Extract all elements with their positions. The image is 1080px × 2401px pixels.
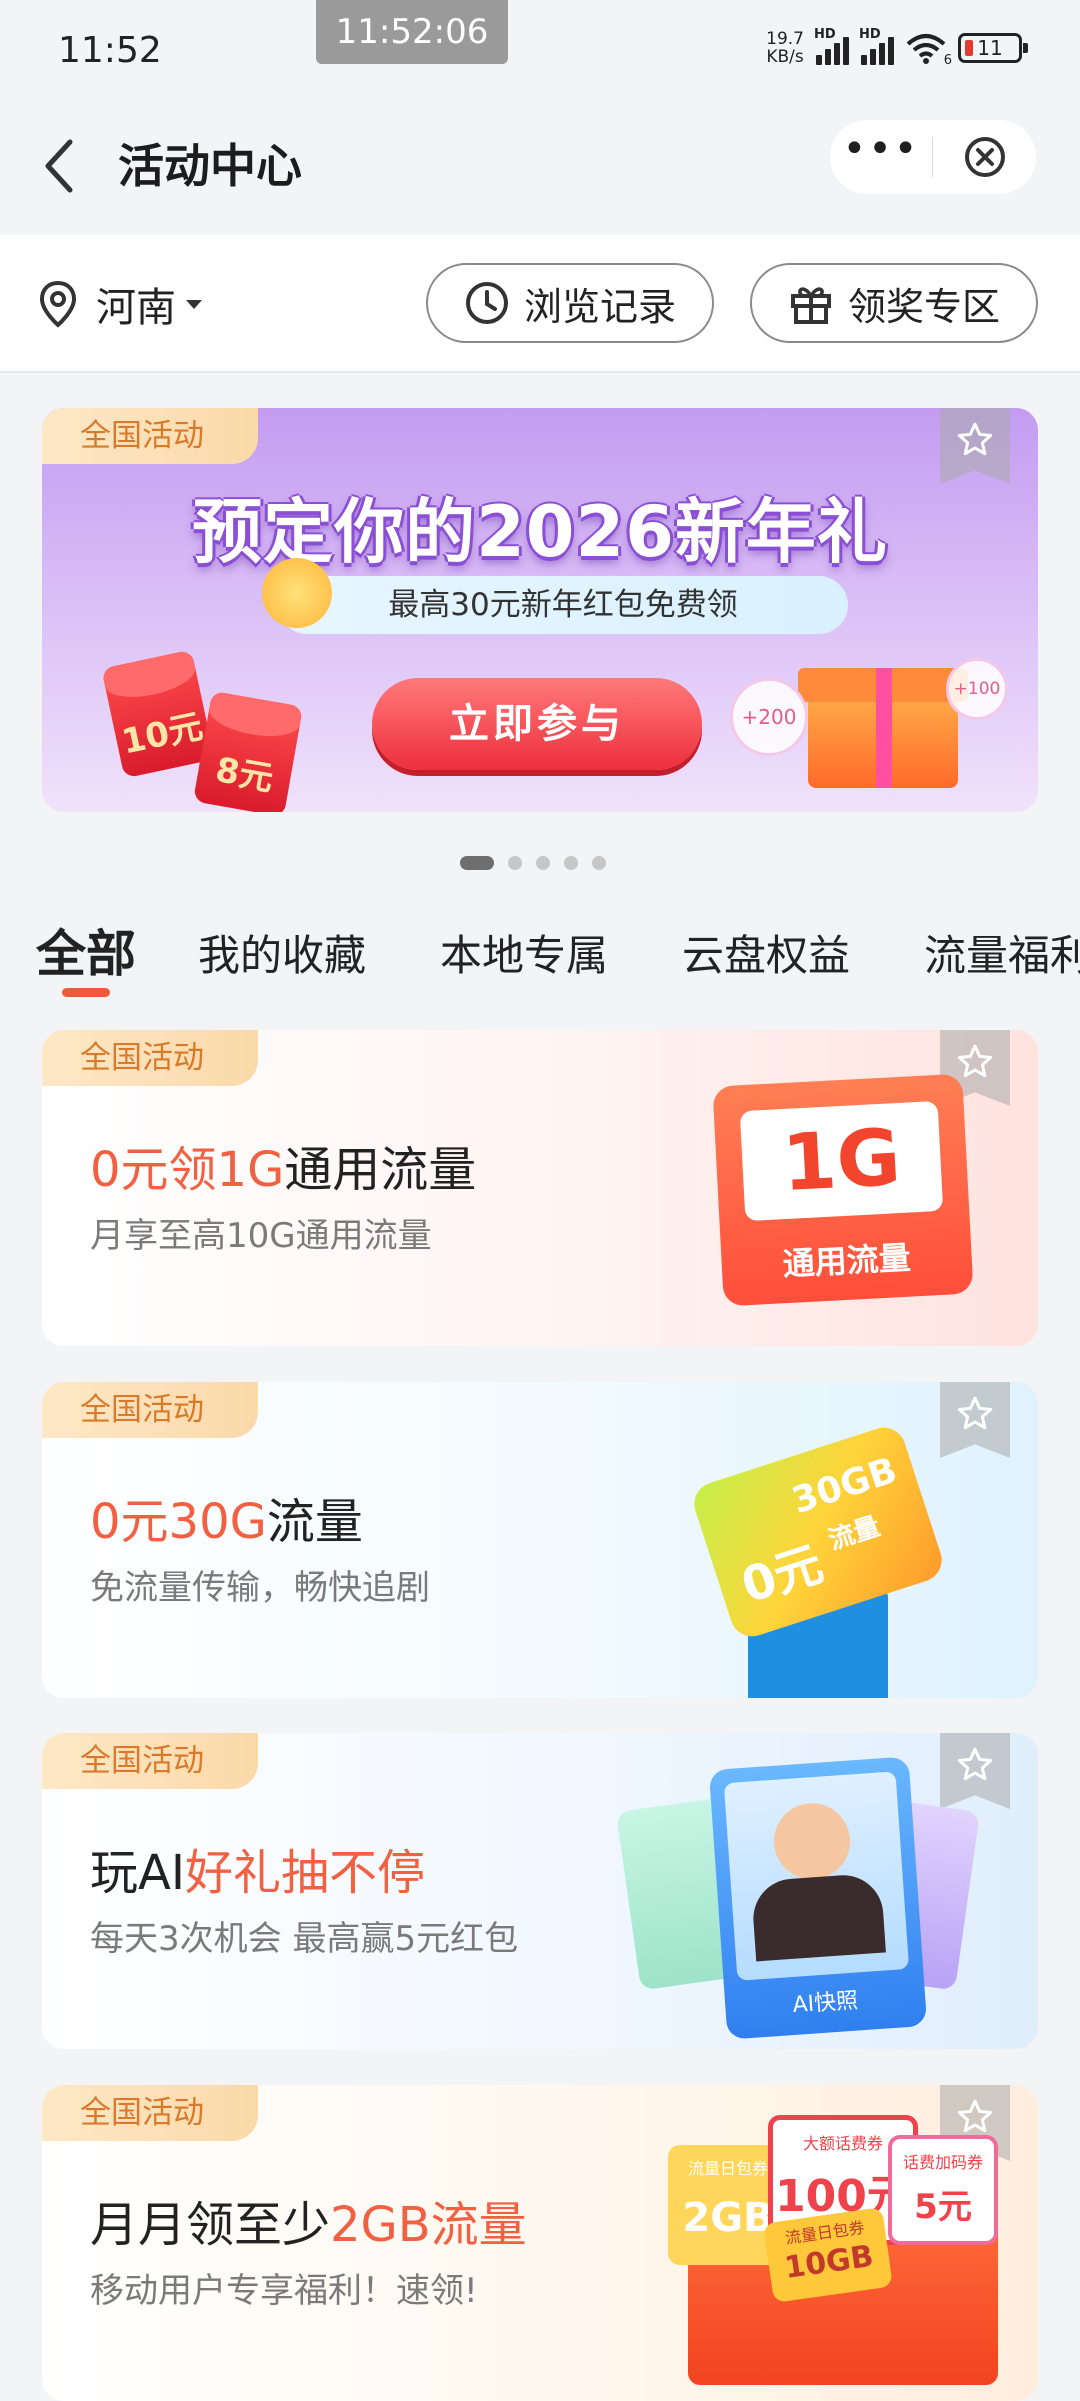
battery-level: 11 bbox=[977, 36, 1003, 60]
category-tabs: 全部 我的收藏 本地专属 云盘权益 流量福利 bbox=[0, 912, 1080, 1002]
hd-label-2: HD bbox=[859, 27, 881, 42]
bubble-200: +200 bbox=[730, 678, 808, 756]
gift-icon bbox=[790, 287, 831, 324]
carousel-dot[interactable] bbox=[508, 856, 522, 870]
card-title-highlight: 0元领1G bbox=[90, 1142, 285, 1198]
title-bar: 活动中心 ••• bbox=[0, 100, 1080, 235]
activity-card[interactable]: 全国活动 0元30G流量 免流量传输，畅快追剧 0元 30GB 流量 bbox=[42, 1382, 1038, 1698]
tab-local[interactable]: 本地专属 bbox=[440, 922, 608, 983]
wifi-sub: 6 bbox=[943, 53, 952, 68]
bubble-100: +100 bbox=[946, 658, 1008, 720]
card-title: 0元30G流量 bbox=[90, 1482, 363, 1552]
card-desc: 月享至高10G通用流量 bbox=[90, 1216, 432, 1256]
gift-box-icon bbox=[798, 638, 968, 788]
hd-label: HD bbox=[814, 27, 836, 42]
mini-program-capsule: ••• bbox=[830, 120, 1036, 194]
status-icons: 19.7 KB/s HD HD 6 11 bbox=[766, 27, 1028, 68]
red-packet-10: 10元 bbox=[101, 649, 215, 779]
more-horizontal-icon[interactable]: ••• bbox=[830, 129, 932, 185]
card-title-rest: 流量 bbox=[266, 1494, 363, 1550]
data-1g-illustration: 1G 通用流量 bbox=[712, 1073, 974, 1307]
prize-label: 领奖专区 bbox=[847, 284, 1000, 329]
clock-pill: 11:52:06 bbox=[316, 0, 508, 64]
favorite-star-icon[interactable] bbox=[940, 1382, 1010, 1458]
history-label: 浏览记录 bbox=[523, 284, 676, 329]
card-desc: 移动用户专享福利！速领! bbox=[90, 2271, 478, 2311]
activity-card[interactable]: 全国活动 月月领至少2GB流量 移动用户专享福利！速领! 流量日包券 2GB 大额… bbox=[42, 2085, 1038, 2401]
ai-snapshot-label: AI快照 bbox=[791, 1988, 859, 2018]
favorite-star-icon[interactable] bbox=[940, 1733, 1010, 1809]
carousel-dot[interactable] bbox=[564, 856, 578, 870]
coupon-2gb-value: 2GB bbox=[682, 2195, 774, 2241]
activity-card[interactable]: 全国活动 玩AI好礼抽不停 每天3次机会 最高赢5元红包 AI快照 bbox=[42, 1733, 1038, 2049]
red-packet-10-label: 10元 bbox=[118, 706, 207, 763]
card-title: 月月领至少2GB流量 bbox=[90, 2185, 527, 2255]
carousel-dot[interactable] bbox=[536, 856, 550, 870]
card-tag: 全国活动 bbox=[42, 1030, 258, 1086]
promo-banner[interactable]: 全国活动 预定你的2026新年礼 最高30元新年红包免费领 立即参与 10元 8… bbox=[42, 408, 1038, 812]
location-text: 河南 bbox=[96, 285, 176, 331]
tab-favorites[interactable]: 我的收藏 bbox=[198, 922, 366, 983]
status-time: 11:52 bbox=[58, 30, 162, 71]
card-title-prefix: 月月领至少 bbox=[90, 2197, 331, 2253]
coupon-10gb: 流量日包券 10GB bbox=[763, 2207, 893, 2303]
status-bar: 11:52 11:52:06 19.7 KB/s HD HD 6 11 bbox=[0, 0, 1080, 100]
illustration-1g-label: 通用流量 bbox=[781, 1238, 912, 1284]
data-30gb-ticket-illustration: 0元 30GB 流量 bbox=[688, 1421, 948, 1643]
prize-button[interactable]: 领奖专区 bbox=[750, 263, 1038, 343]
illustration-1g-text: 1G bbox=[739, 1100, 944, 1222]
card-desc: 免流量传输，畅快追剧 bbox=[90, 1568, 430, 1608]
tab-cloud[interactable]: 云盘权益 bbox=[682, 922, 850, 983]
card-title: 0元领1G通用流量 bbox=[90, 1130, 476, 1200]
ticket-gb: 30GB bbox=[787, 1449, 902, 1523]
ai-snapshot-illustration: AI快照 bbox=[708, 1756, 928, 2040]
location-pin-icon bbox=[39, 280, 77, 328]
close-circle-icon[interactable] bbox=[933, 136, 1036, 178]
card-title-highlight: 2GB流量 bbox=[330, 2197, 527, 2253]
tab-all[interactable]: 全部 bbox=[36, 914, 136, 986]
card-title-rest: 通用流量 bbox=[284, 1142, 477, 1198]
back-icon[interactable] bbox=[40, 136, 100, 196]
net-speed: 19.7 KB/s bbox=[766, 30, 804, 66]
banner-subline: 最高30元新年红包免费领 bbox=[278, 576, 848, 634]
card-title-highlight: 0元30G bbox=[90, 1494, 267, 1550]
card-tag: 全国活动 bbox=[42, 1382, 258, 1438]
tab-underline bbox=[62, 988, 110, 997]
carousel-dot[interactable] bbox=[460, 856, 494, 870]
signal-icon-2: HD bbox=[859, 27, 894, 65]
card-tag: 全国活动 bbox=[42, 1733, 258, 1789]
card-tag: 全国活动 bbox=[42, 2085, 258, 2141]
coupon-5: 话费加码券 5元 bbox=[888, 2135, 998, 2245]
clock-icon bbox=[465, 282, 508, 324]
banner-headline: 预定你的2026新年礼 bbox=[192, 491, 888, 573]
carousel-dot[interactable] bbox=[592, 856, 606, 870]
wifi-icon: 6 bbox=[906, 32, 952, 68]
sparkle-icon bbox=[262, 558, 332, 628]
battery-icon: 11 bbox=[958, 33, 1028, 63]
activity-card[interactable]: 全国活动 0元领1G通用流量 月享至高10G通用流量 1G 通用流量 bbox=[42, 1030, 1038, 1346]
banner-tag: 全国活动 bbox=[42, 408, 258, 464]
card-title-prefix: 玩AI bbox=[90, 1845, 185, 1901]
ticket-label: 流量 bbox=[824, 1511, 884, 1557]
coupon-5-value: 5元 bbox=[914, 2187, 972, 2227]
tab-data-benefits[interactable]: 流量福利 bbox=[924, 922, 1080, 983]
join-button[interactable]: 立即参与 bbox=[372, 678, 702, 770]
net-speed-unit: KB/s bbox=[766, 47, 804, 67]
ticket-zero: 0元 bbox=[734, 1535, 830, 1615]
page-title: 活动中心 bbox=[118, 139, 302, 193]
card-desc: 每天3次机会 最高赢5元红包 bbox=[90, 1919, 519, 1959]
coupon-5-title: 话费加码券 bbox=[902, 2153, 983, 2172]
card-title: 玩AI好礼抽不停 bbox=[90, 1833, 425, 1903]
chevron-down-icon bbox=[186, 299, 202, 309]
signal-icon: HD bbox=[814, 27, 849, 65]
filter-bar: 河南 浏览记录 领奖专区 bbox=[0, 235, 1080, 373]
history-button[interactable]: 浏览记录 bbox=[426, 263, 714, 343]
red-packet-8: 8元 bbox=[192, 690, 304, 812]
red-packet-8-label: 8元 bbox=[212, 749, 277, 800]
net-speed-value: 19.7 bbox=[766, 29, 804, 49]
card-title-highlight: 好礼抽不停 bbox=[185, 1845, 426, 1901]
location-selector[interactable]: 河南 bbox=[38, 275, 202, 333]
carousel-dots bbox=[460, 856, 606, 870]
favorite-star-icon[interactable] bbox=[940, 408, 1010, 484]
